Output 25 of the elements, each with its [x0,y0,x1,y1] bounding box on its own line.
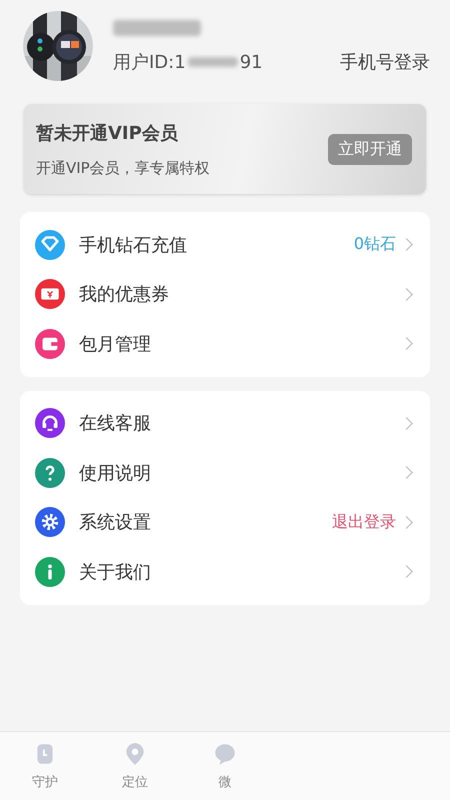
user-id-suffix: 91 [240,52,263,72]
menu-label: 手机钻石充值 [79,234,188,257]
menu-item[interactable]: 我的优惠券 [20,270,430,319]
tab-label: 守护 [32,774,58,791]
tab-label: 微 [218,774,232,791]
menu-label: 在线客服 [79,412,152,436]
menu-value: 0钻石 [354,234,396,256]
menu-label: 我的优惠券 [79,283,170,306]
menu-label: 关于我们 [79,560,152,584]
menu-label: 系统设置 [79,511,152,534]
menu-item[interactable]: 使用说明 [20,448,430,498]
tab-label: 定位 [122,774,148,791]
vip-title: 暂未开通VIP会员 [36,122,179,144]
menu-value: 退出登录 [332,512,396,533]
menu-item[interactable]: 系统设置 退出登录 [20,498,430,547]
menu-item[interactable]: 关于我们 [20,547,430,596]
menu-label: 包月管理 [79,332,152,356]
redacted-id [188,57,238,67]
menu-item[interactable]: 手机钻石充值 0钻石 [20,220,430,270]
phone-login-link[interactable]: 手机号登录 [340,50,430,74]
menu-item[interactable]: 在线客服 [20,398,430,448]
user-id-label: 用户ID:1 [113,51,186,74]
menu-label: 使用说明 [79,462,152,485]
vip-subtitle: 开通VIP会员，享专属特权 [36,158,210,178]
menu-item[interactable]: 包月管理 [20,319,430,368]
